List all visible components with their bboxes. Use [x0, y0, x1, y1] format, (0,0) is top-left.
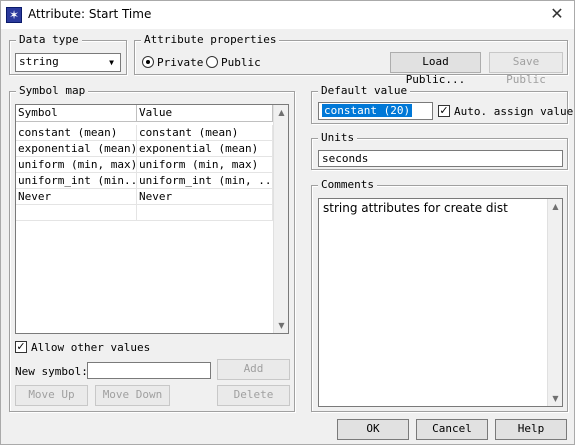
symbol-cell: uniform (min, max) — [18, 157, 137, 173]
table-scrollbar[interactable]: ▲ ▼ — [273, 105, 288, 333]
scroll-down-icon[interactable]: ▼ — [274, 318, 288, 333]
default-value-legend: Default value — [318, 84, 411, 97]
symbol-cell: uniform_int (min... — [18, 173, 137, 189]
value-cell: Never — [137, 189, 273, 205]
new-symbol-input[interactable] — [87, 362, 211, 379]
help-button[interactable]: Help — [495, 419, 567, 440]
data-type-group: Data type string ▼ — [9, 33, 127, 75]
auto-assign-checkbox[interactable]: ✓ — [438, 105, 450, 117]
comments-scrollbar[interactable]: ▲ ▼ — [547, 199, 562, 406]
move-down-button[interactable]: Move Down — [95, 385, 170, 406]
comments-text: string attributes for create dist — [323, 201, 508, 215]
table-row[interactable]: uniform_int (min... uniform_int (min, ..… — [16, 173, 273, 189]
close-icon[interactable]: ✕ — [546, 4, 568, 26]
symbol-cell: Never — [16, 189, 137, 205]
private-radio[interactable] — [142, 56, 154, 68]
chevron-down-icon[interactable]: ▼ — [104, 55, 119, 70]
default-value-group: Default value constant (20) ✓ Auto. assi… — [311, 84, 573, 124]
value-cell: exponential (mean) — [137, 141, 273, 157]
table-row[interactable]: uniform (min, max) uniform (min, max) — [16, 157, 273, 173]
table-row[interactable]: constant (mean) constant (mean) — [16, 125, 273, 141]
value-cell — [137, 205, 273, 221]
ok-button[interactable]: OK — [337, 419, 409, 440]
attribute-properties-legend: Attribute properties — [141, 33, 280, 46]
title-bar: ✶ Attribute: Start Time ✕ — [1, 1, 574, 29]
auto-assign-label: Auto. assign value — [454, 105, 574, 118]
scroll-up-icon[interactable]: ▲ — [548, 199, 563, 214]
allow-other-values-checkbox[interactable]: ✓ — [15, 341, 27, 353]
column-header-symbol[interactable]: Symbol — [16, 105, 137, 122]
new-symbol-label: New symbol: — [15, 365, 88, 378]
symbol-map-legend: Symbol map — [16, 84, 89, 97]
comments-legend: Comments — [318, 178, 377, 191]
allow-other-values-label: Allow other values — [31, 341, 151, 354]
load-public-button[interactable]: Load Public... — [390, 52, 481, 86]
units-legend: Units — [318, 131, 358, 144]
attribute-properties-group: Attribute properties Private Public Load… — [134, 33, 568, 86]
symbol-cell — [16, 205, 137, 221]
default-value-text: constant (20) — [322, 104, 413, 117]
value-cell: uniform_int (min, ... — [139, 173, 273, 189]
table-row[interactable]: exponential (mean) exponential (mean) — [16, 141, 273, 157]
default-value-input[interactable]: constant (20) — [318, 102, 433, 120]
add-button[interactable]: Add — [217, 359, 290, 380]
value-cell: constant (mean) — [137, 125, 273, 141]
symbol-map-group: Symbol map Symbol Value constant (mean) … — [9, 84, 295, 412]
value-cell: uniform (min, max) — [137, 157, 273, 173]
data-type-select[interactable]: string ▼ — [15, 53, 121, 72]
dialog-window: ✶ Attribute: Start Time ✕ Data type stri… — [0, 0, 575, 445]
symbol-cell: constant (mean) — [16, 125, 137, 141]
radio-dot — [146, 60, 150, 64]
symbol-cell: exponential (mean) — [18, 141, 137, 157]
data-type-value: string — [19, 55, 59, 68]
app-icon: ✶ — [6, 7, 22, 23]
symbol-table[interactable]: Symbol Value constant (mean) constant (m… — [15, 104, 289, 334]
public-radio[interactable] — [206, 56, 218, 68]
move-up-button[interactable]: Move Up — [15, 385, 88, 406]
scroll-down-icon[interactable]: ▼ — [548, 391, 563, 406]
units-group: Units seconds — [311, 131, 568, 170]
column-header-value[interactable]: Value — [137, 105, 273, 122]
data-type-legend: Data type — [16, 33, 82, 46]
table-header: Symbol Value — [16, 105, 273, 122]
scroll-up-icon[interactable]: ▲ — [274, 105, 288, 120]
table-row-empty[interactable] — [16, 205, 273, 221]
public-label: Public — [221, 56, 261, 69]
save-public-button[interactable]: Save Public — [489, 52, 563, 86]
comments-group: Comments string attributes for create di… — [311, 178, 568, 412]
window-title: Attribute: Start Time — [28, 7, 152, 21]
private-label: Private — [157, 56, 204, 69]
cancel-button[interactable]: Cancel — [416, 419, 488, 440]
table-row[interactable]: Never Never — [16, 189, 273, 205]
comments-textarea[interactable]: string attributes for create dist ▲ ▼ — [318, 198, 563, 407]
units-input[interactable]: seconds — [318, 150, 563, 167]
delete-button[interactable]: Delete — [217, 385, 290, 406]
